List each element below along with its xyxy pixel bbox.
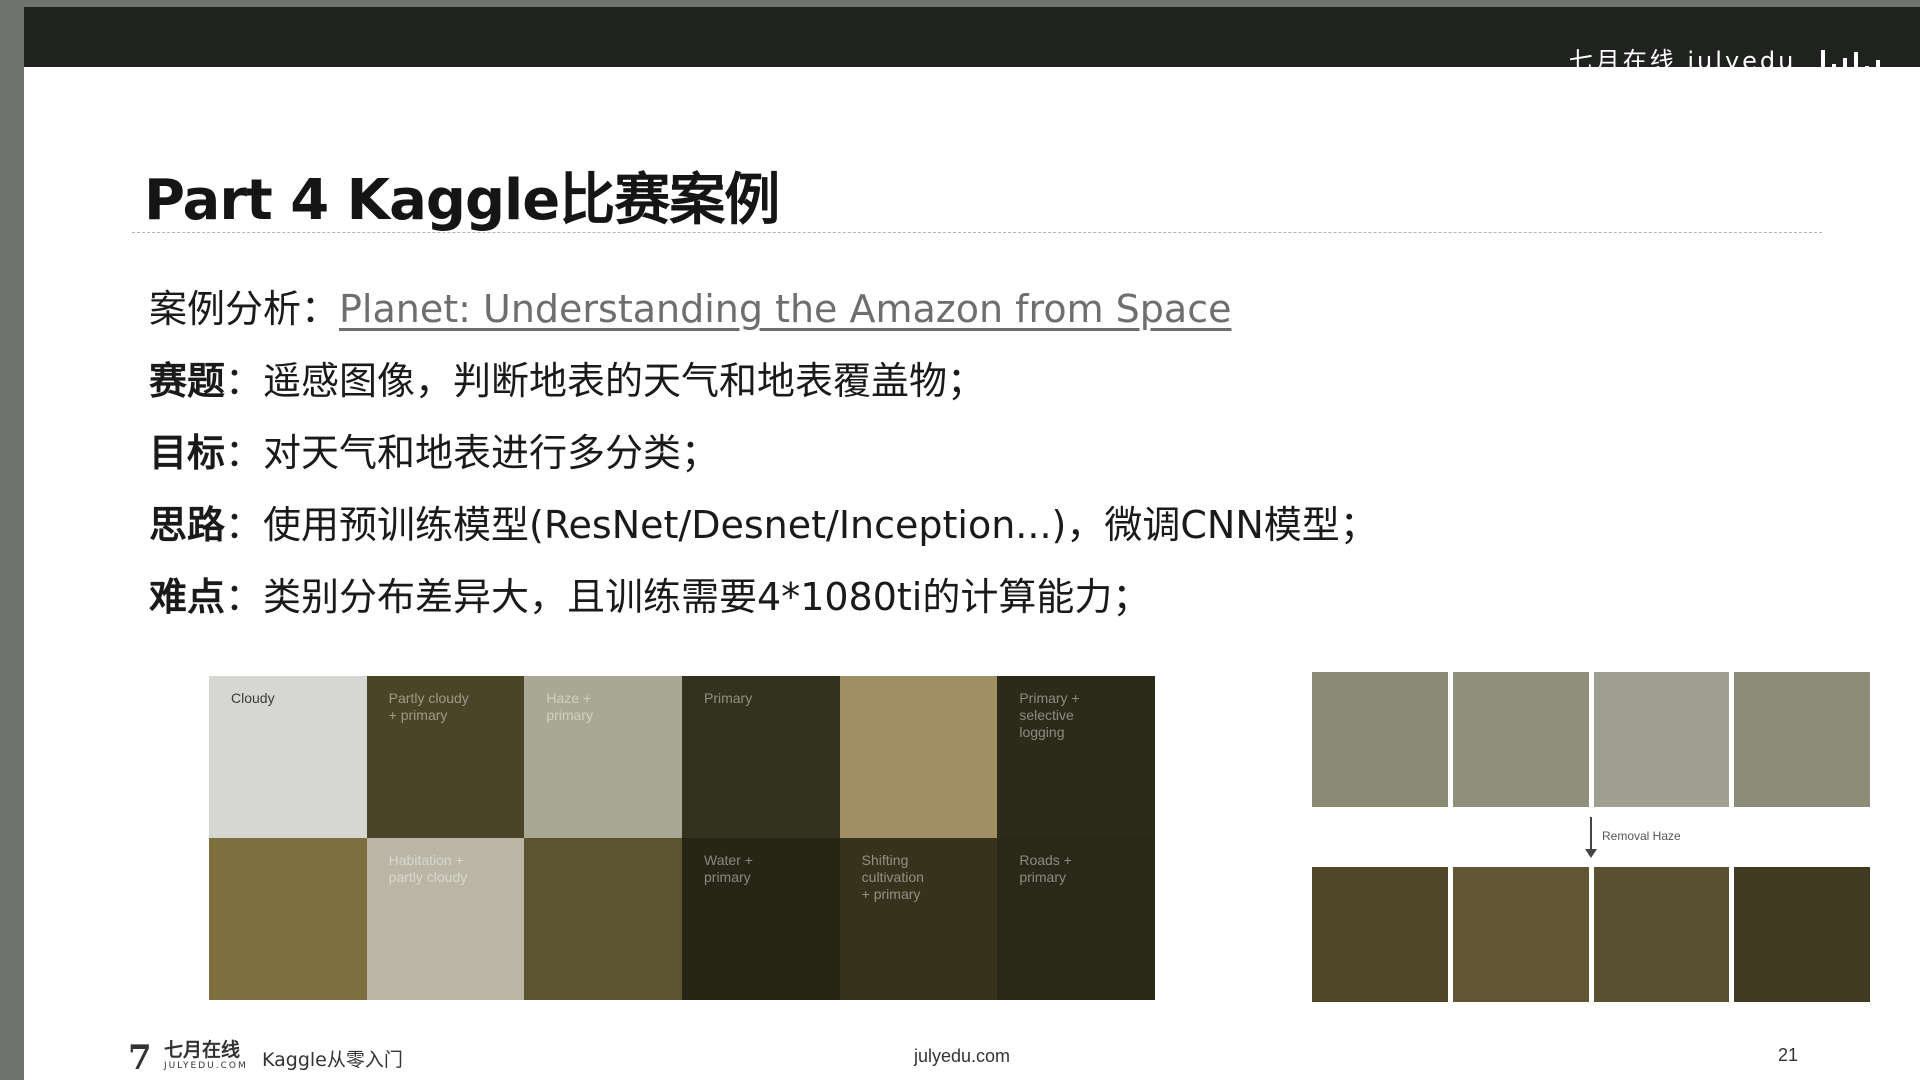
content-lines: 案例分析：Planet: Understanding the Amazon fr… bbox=[149, 277, 1378, 637]
tile-label: Shifting cultivation + primary bbox=[861, 852, 924, 902]
logo-subtext: JULYEDU.COM bbox=[164, 1061, 248, 1071]
logo-icon: 7 bbox=[128, 1038, 152, 1078]
line-key: 思路 bbox=[149, 503, 226, 547]
sample-tile bbox=[839, 676, 998, 838]
sample-tile: Shifting cultivation + primary bbox=[839, 838, 998, 1000]
satellite-tile bbox=[1593, 867, 1730, 1002]
line-key: 赛题 bbox=[149, 359, 226, 403]
tile-label: Primary bbox=[704, 690, 753, 706]
footer: 7 七月在线 JULYEDU.COM Kaggle从零入门 julyedu.co… bbox=[24, 1037, 1920, 1077]
course-name: Kaggle从零入门 bbox=[262, 1049, 403, 1071]
watermark: 七月在线 julyedu bbox=[1569, 41, 1880, 76]
line-text: ：遥感图像，判断地表的天气和地表覆盖物； bbox=[225, 359, 986, 403]
tile-label: Cloudy bbox=[231, 690, 275, 706]
sample-tile: Cloudy bbox=[209, 676, 367, 838]
satellite-tile bbox=[1452, 867, 1589, 1002]
clear-image-row bbox=[1312, 867, 1870, 1002]
bars-icon bbox=[1821, 48, 1880, 76]
slide-title: Part 4 Kaggle比赛案例 bbox=[144, 168, 780, 233]
arrowhead-icon bbox=[1585, 849, 1597, 858]
sample-tile bbox=[209, 838, 367, 1000]
tile-label: Habitation + partly cloudy bbox=[388, 852, 468, 885]
sample-tile bbox=[524, 838, 682, 1000]
sample-tile: Haze + primary bbox=[524, 676, 682, 838]
tile-label: Water + primary bbox=[704, 852, 753, 885]
satellite-tile bbox=[1734, 672, 1870, 807]
tile-label: Roads + primary bbox=[1019, 852, 1072, 885]
watermark-text: 七月在线 julyedu bbox=[1568, 47, 1797, 75]
content-line: 案例分析：Planet: Understanding the Amazon fr… bbox=[149, 277, 1378, 349]
satellite-tile bbox=[1593, 672, 1730, 807]
satellite-tile bbox=[1734, 867, 1870, 1002]
line-text: ：类别分布差异大，且训练需要4*1080ti的计算能力； bbox=[225, 575, 1151, 619]
tile-label: Haze + primary bbox=[546, 690, 593, 723]
sample-tile: Primary + selective logging bbox=[997, 676, 1155, 838]
sample-tile: Primary bbox=[682, 676, 840, 838]
sample-tile: Habitation + partly cloudy bbox=[366, 838, 525, 1000]
tile-label: Primary + selective logging bbox=[1019, 690, 1080, 740]
content-line: 目标：对天气和地表进行多分类； bbox=[149, 421, 1378, 493]
competition-link[interactable]: Planet: Understanding the Amazon from Sp… bbox=[339, 287, 1231, 331]
down-arrow-icon bbox=[1590, 817, 1592, 853]
line-text: ：对天气和地表进行多分类； bbox=[225, 431, 720, 475]
page-number: 21 bbox=[1778, 1045, 1799, 1065]
sample-tile: Roads + primary bbox=[997, 838, 1155, 1000]
sample-image-grid: Cloudy Partly cloudy + primary Haze + prim… bbox=[209, 676, 1155, 1000]
line-key: 目标 bbox=[149, 431, 226, 475]
haze-image-row bbox=[1312, 672, 1870, 807]
content-line: 赛题：遥感图像，判断地表的天气和地表覆盖物； bbox=[149, 349, 1378, 421]
tile-label: Partly cloudy + primary bbox=[388, 690, 469, 723]
content-line: 难点：类别分布差异大，且训练需要4*1080ti的计算能力； bbox=[149, 565, 1378, 637]
site-url[interactable]: julyedu.com bbox=[914, 1046, 1010, 1067]
satellite-tile bbox=[1452, 672, 1589, 807]
line-text: ：使用预训练模型(ResNet/Desnet/Inception...)，微调C… bbox=[225, 503, 1378, 547]
content-line: 思路：使用预训练模型(ResNet/Desnet/Inception...)，微… bbox=[149, 493, 1378, 565]
line-key: 案例分析： bbox=[149, 287, 340, 331]
sample-tile: Partly cloudy + primary bbox=[366, 676, 525, 838]
satellite-tile bbox=[1312, 672, 1448, 807]
sample-tile: Water + primary bbox=[682, 838, 840, 1000]
title-divider bbox=[132, 232, 1822, 233]
slide: 七月在线 julyedu Part 4 Kaggle比赛案例 案例分析：Plan… bbox=[24, 7, 1920, 1080]
line-key: 难点 bbox=[149, 575, 226, 619]
arrow-label: Removal Haze bbox=[1602, 829, 1681, 843]
satellite-tile bbox=[1312, 867, 1448, 1002]
logo-text: 七月在线 bbox=[164, 1039, 241, 1061]
